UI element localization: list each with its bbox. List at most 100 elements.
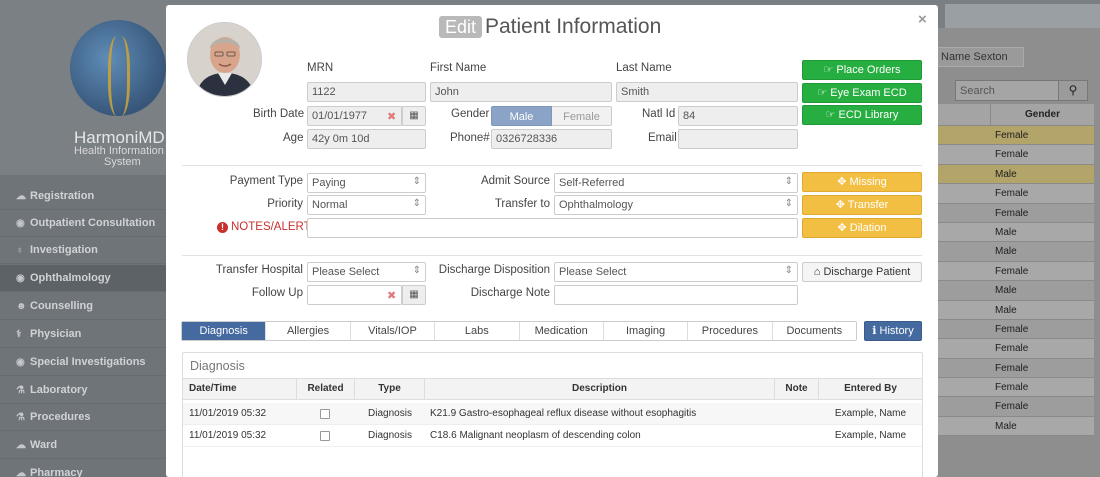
gender-cell: Female xyxy=(995,362,1029,374)
background-table-row: Female xyxy=(936,378,1094,398)
column-header-type: Type xyxy=(355,379,425,399)
calendar-icon[interactable]: ▦ xyxy=(402,285,426,305)
tab-documents[interactable]: Documents xyxy=(773,322,856,340)
transfer-hospital-label: Transfer Hospital xyxy=(215,264,303,276)
discharge-disposition-select[interactable]: Please Select xyxy=(554,262,798,282)
eye-exam-ecd-button[interactable]: ☞ Eye Exam ECD xyxy=(802,83,922,103)
sidebar-item-ophthalmology[interactable]: ◉ Ophthalmology xyxy=(0,265,166,292)
tab-diagnosis[interactable]: Diagnosis xyxy=(182,322,267,340)
notes-alerts-field[interactable] xyxy=(307,218,798,238)
history-button[interactable]: ℹ History xyxy=(864,321,922,341)
lightbulb-icon: ♁ xyxy=(16,245,24,256)
eye-icon: ◉ xyxy=(16,218,25,229)
discharge-note-field[interactable] xyxy=(554,285,798,305)
phone-label: Phone# xyxy=(450,132,490,144)
move-icon: ✥ xyxy=(835,199,848,211)
first-name-field[interactable]: John xyxy=(430,82,612,102)
background-table-row: Male xyxy=(936,164,1094,185)
sidebar-item-outpatient-consultation[interactable]: ◉ Outpatient Consultation xyxy=(0,210,166,237)
flask-icon: ⚗ xyxy=(16,412,25,423)
hand-point-icon: ☞ xyxy=(817,87,831,99)
gender-cell: Male xyxy=(995,420,1017,432)
phone-field[interactable]: 0326728336 xyxy=(491,129,612,149)
sidebar: HarmoniMD Health Information System ☁ Reg… xyxy=(0,0,166,477)
sidebar-item-pharmacy[interactable]: ☁ Pharmacy xyxy=(0,460,166,477)
admit-source-select[interactable]: Self-Referred xyxy=(554,173,798,193)
sidebar-item-registration[interactable]: ☁ Registration xyxy=(0,183,166,210)
transfer-button[interactable]: ✥ Transfer xyxy=(802,195,922,215)
cell-datetime: 11/01/2019 05:32 xyxy=(189,430,267,441)
sidebar-item-investigation[interactable]: ♁ Investigation xyxy=(0,237,166,264)
tab-allergies[interactable]: Allergies xyxy=(266,322,351,340)
column-header-datetime: Date/Time xyxy=(183,379,297,399)
background-table-row: Male xyxy=(936,416,1094,437)
tab-imaging[interactable]: Imaging xyxy=(604,322,689,340)
discharge-patient-button[interactable]: ⌂ Discharge Patient xyxy=(802,262,922,282)
first-name-label: First Name xyxy=(430,62,487,74)
sidebar-item-label: Ophthalmology xyxy=(30,272,111,284)
email-field[interactable] xyxy=(678,129,798,149)
dilation-label: Dilation xyxy=(849,222,887,234)
email-label: Email xyxy=(648,132,677,144)
gender-cell: Female xyxy=(995,130,1029,141)
natl-id-field[interactable]: 84 xyxy=(678,106,798,126)
eye-icon: ◉ xyxy=(16,273,25,284)
clear-icon[interactable]: ✖ xyxy=(387,289,396,302)
sidebar-item-physician[interactable]: ⚕ Physician xyxy=(0,321,166,348)
divider xyxy=(182,165,922,166)
sidebar-item-label: Outpatient Consultation xyxy=(30,217,156,229)
priority-select[interactable]: Normal xyxy=(307,195,426,215)
divider xyxy=(182,255,922,256)
sidebar-item-procedures[interactable]: ⚗ Procedures xyxy=(0,404,166,431)
column-header-note: Note xyxy=(775,379,819,399)
dilation-button[interactable]: ✥ Dilation xyxy=(802,218,922,238)
cell-entered-by: Example, Name xyxy=(834,430,907,441)
tab-procedures[interactable]: Procedures xyxy=(688,322,773,340)
table-row[interactable]: 11/01/2019 05:32 Diagnosis K21.9 Gastro-… xyxy=(183,403,922,425)
sidebar-item-special-investigations[interactable]: ◉ Special Investigations xyxy=(0,349,166,376)
payment-type-select[interactable]: Paying xyxy=(307,173,426,193)
gender-cell: Female xyxy=(995,149,1029,161)
edit-badge: Edit xyxy=(439,16,483,38)
cell-description: K21.9 Gastro-esophageal reflux disease w… xyxy=(430,408,697,419)
gender-female-toggle[interactable]: Female xyxy=(552,106,612,126)
close-button[interactable]: × xyxy=(918,11,927,28)
ecd-library-label: ECD Library xyxy=(838,109,899,121)
clear-icon[interactable]: ✖ xyxy=(387,110,396,123)
sidebar-item-label: Pharmacy xyxy=(30,467,83,477)
related-checkbox[interactable] xyxy=(320,409,330,419)
flask-icon: ⚗ xyxy=(16,385,25,396)
patient-photo xyxy=(187,22,262,97)
ecd-library-button[interactable]: ☞ ECD Library xyxy=(802,105,922,125)
history-label: History xyxy=(879,325,914,337)
users-icon: ☻ xyxy=(16,301,27,312)
discharge-disposition-label: Discharge Disposition xyxy=(438,264,550,276)
table-row[interactable]: 11/01/2019 05:32 Diagnosis C18.6 Maligna… xyxy=(183,425,922,447)
last-name-label: Last Name xyxy=(616,62,672,74)
tab-medication[interactable]: Medication xyxy=(520,322,604,340)
mrn-field[interactable]: 1122 xyxy=(307,82,426,102)
background-table-row: Female xyxy=(936,261,1094,282)
gender-male-toggle[interactable]: Male xyxy=(491,106,552,126)
sidebar-item-label: Physician xyxy=(30,328,82,340)
sidebar-item-label: Special Investigations xyxy=(30,356,146,368)
sidebar-item-ward[interactable]: ☁ Ward xyxy=(0,432,166,459)
alert-icon: ! xyxy=(217,222,228,233)
calendar-icon[interactable]: ▦ xyxy=(402,106,426,126)
natl-id-label: Natl Id xyxy=(642,108,676,120)
tab-labs[interactable]: Labs xyxy=(435,322,520,340)
related-checkbox[interactable] xyxy=(320,431,330,441)
transfer-to-select[interactable]: Ophthalmology xyxy=(554,195,798,215)
transfer-hospital-select[interactable]: Please Select xyxy=(307,262,426,282)
sidebar-item-counselling[interactable]: ☻ Counselling xyxy=(0,293,166,320)
background-table-row: Male xyxy=(936,242,1094,262)
gender-cell: Female xyxy=(995,343,1029,355)
top-bar-right xyxy=(945,4,1100,28)
place-orders-button[interactable]: ☞ Place Orders xyxy=(802,60,922,80)
discharge-note-label: Discharge Note xyxy=(470,287,550,299)
missing-button[interactable]: ✥ Missing xyxy=(802,172,922,192)
sidebar-item-laboratory[interactable]: ⚗ Laboratory xyxy=(0,377,166,404)
tab-vitals-iop[interactable]: Vitals/IOP xyxy=(351,322,436,340)
cell-description: C18.6 Malignant neoplasm of descending c… xyxy=(430,430,641,441)
last-name-field[interactable]: Smith xyxy=(616,82,798,102)
